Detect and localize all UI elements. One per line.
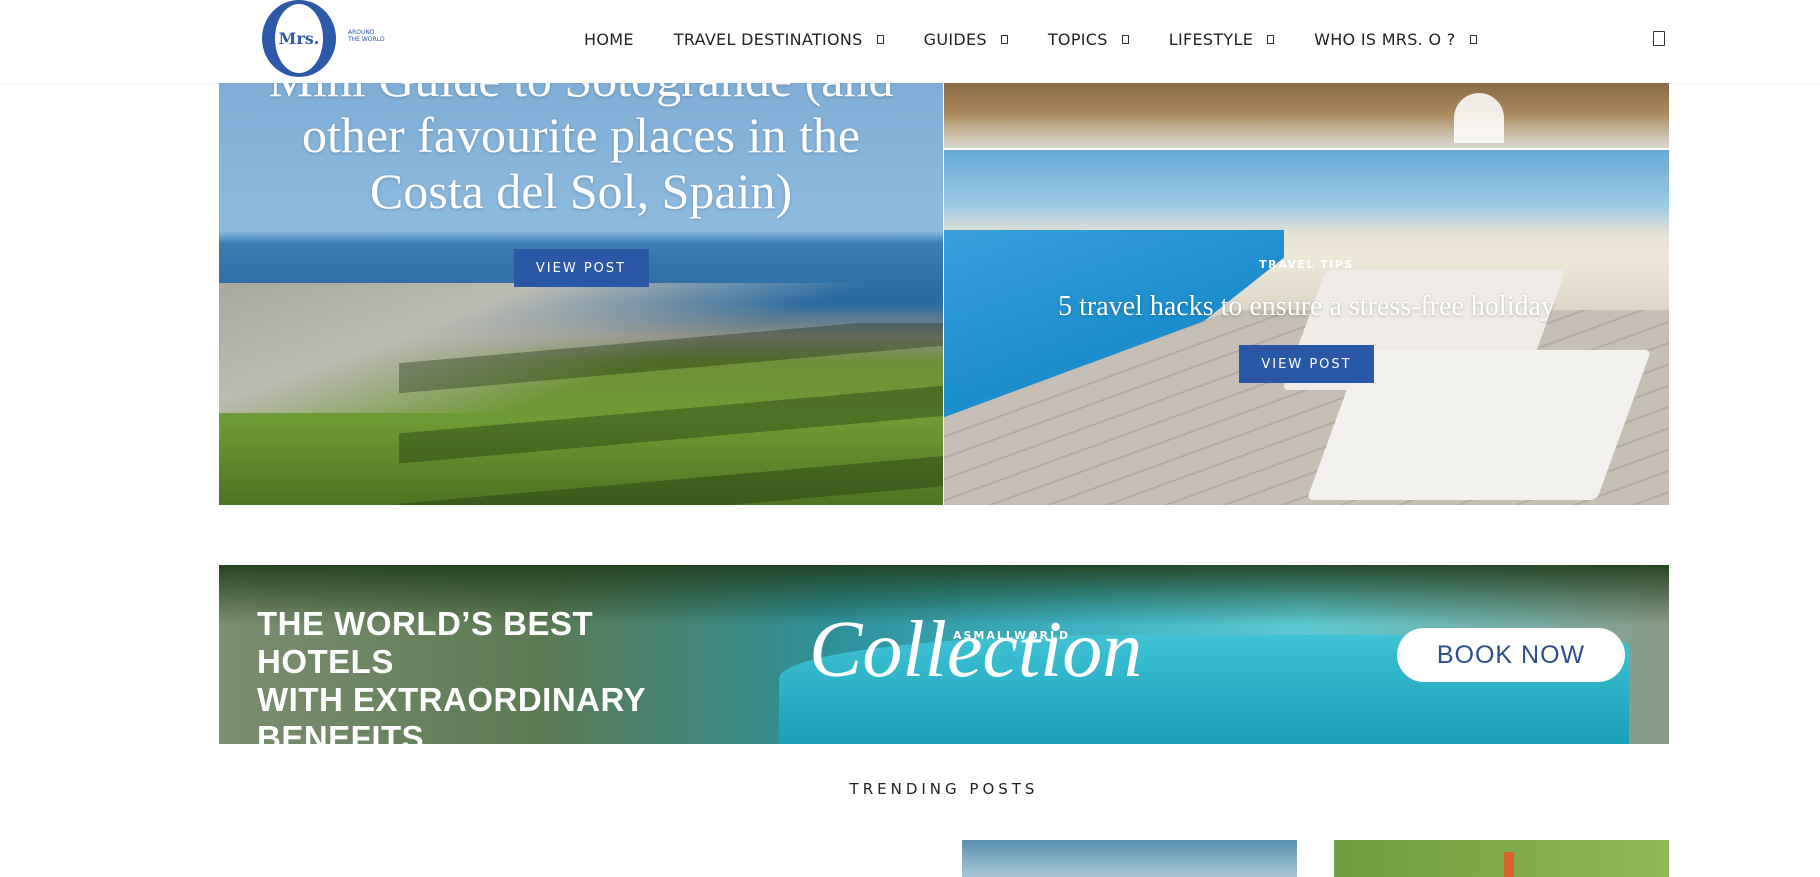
banner-brand-small: ASMALLWORLD (953, 629, 1071, 642)
hero-post-travel-hacks[interactable]: TRAVEL TIPS 5 travel hacks to ensure a s… (944, 150, 1669, 505)
main-nav: HOME TRAVEL DESTINATIONS GUIDES TOPICS L… (584, 25, 1517, 53)
nav-item-travel-destinations[interactable]: TRAVEL DESTINATIONS (674, 30, 884, 49)
chevron-down-icon (876, 34, 884, 44)
book-now-button[interactable]: BOOK NOW (1397, 628, 1625, 682)
shopping-bag-icon[interactable] (1653, 31, 1665, 46)
post-title[interactable]: Mini Guide to Sotogrande (and other favo… (261, 83, 901, 219)
logo-mark: Mrs. (278, 29, 320, 48)
nav-item-who-is-mrs-o[interactable]: WHO IS MRS. O ? (1314, 29, 1477, 49)
nav-item-home[interactable]: HOME (584, 30, 634, 49)
chevron-down-icon (1121, 34, 1129, 44)
chevron-down-icon (1000, 34, 1008, 44)
site-logo[interactable]: Mrs. AROUND THE WORLD (262, 0, 385, 79)
banner-brand-script: Collection (809, 606, 1143, 694)
view-post-button[interactable]: VIEW POST (1239, 345, 1374, 383)
hero-left-content: Mini Guide to Sotogrande (and other favo… (219, 83, 943, 505)
banner-headline-line: THE WORLD’S BEST HOTELS (257, 605, 594, 680)
trending-post-thumbnail[interactable] (962, 840, 1297, 877)
post-title[interactable]: 5 travel hacks to ensure a stress-free h… (1058, 291, 1555, 323)
hero-post-top-right[interactable] (944, 83, 1669, 148)
trending-posts-heading: TRENDING POSTS (849, 780, 1039, 798)
nav-item-label: LIFESTYLE (1168, 29, 1254, 49)
nav-item-topics[interactable]: TOPICS (1048, 30, 1129, 49)
chevron-down-icon (1267, 34, 1275, 44)
nav-item-label: WHO IS MRS. O ? (1314, 29, 1456, 49)
nav-item-label: HOME (584, 29, 634, 49)
chevron-down-icon (1469, 34, 1477, 44)
trending-post-thumbnail[interactable] (1334, 840, 1669, 877)
nav-item-label: TOPICS (1047, 29, 1108, 49)
logo-circle: Mrs. (262, 0, 336, 77)
banner-headline-line: BENEFITS (257, 719, 425, 744)
site-header: Mrs. AROUND THE WORLD HOME TRAVEL DESTIN… (0, 0, 1820, 83)
view-post-button[interactable]: VIEW POST (513, 249, 649, 287)
hero-post-sotogrande[interactable]: Mini Guide to Sotogrande (and other favo… (219, 83, 943, 505)
nav-item-label: TRAVEL DESTINATIONS (673, 29, 863, 49)
thumbnail-image-detail (1504, 852, 1514, 877)
ad-banner[interactable]: THE WORLD’S BEST HOTELS WITH EXTRAORDINA… (219, 565, 1669, 744)
nav-item-label: GUIDES (923, 29, 987, 49)
banner-headline-line: WITH EXTRAORDINARY (257, 681, 647, 718)
logo-tagline: AROUND THE WORLD (348, 29, 385, 43)
hero-image-fountain (1454, 93, 1504, 143)
banner-headline: THE WORLD’S BEST HOTELS WITH EXTRAORDINA… (257, 605, 717, 744)
hero-right-content: TRAVEL TIPS 5 travel hacks to ensure a s… (944, 150, 1669, 505)
logo-inner: Mrs. (275, 4, 323, 73)
post-category[interactable]: TRAVEL TIPS (1259, 258, 1354, 271)
nav-item-guides[interactable]: GUIDES (924, 30, 1008, 49)
nav-item-lifestyle[interactable]: LIFESTYLE (1168, 29, 1275, 49)
